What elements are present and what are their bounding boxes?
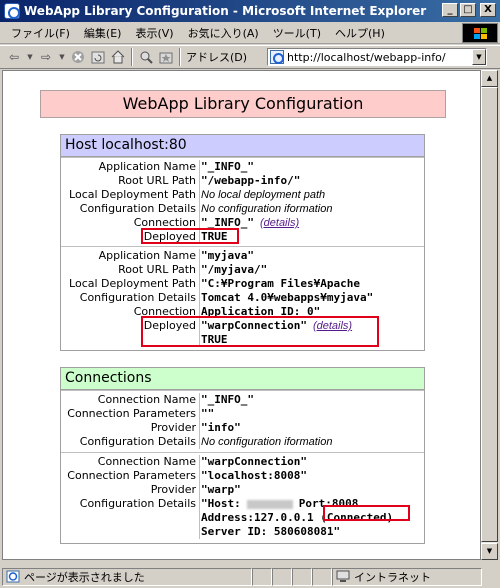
label-connection-params: Connection Parameters (67, 469, 196, 482)
menu-favorites[interactable]: お気に入り(A) (181, 25, 266, 41)
zone-panel: イントラネット (332, 567, 482, 586)
label-provider: Provider (150, 421, 196, 434)
label-deploy-path: Local Deployment Path (69, 188, 196, 201)
toolbar: ⇦ ▼ ⇨ ▼ アドレス(D) http://localhost/webapp-… (0, 45, 500, 69)
highlight-deployed-myjava (141, 316, 379, 347)
forward-dropdown-icon[interactable]: ▼ (58, 49, 66, 65)
stop-icon[interactable] (70, 49, 86, 65)
value-provider: "info" (199, 421, 424, 435)
value-config-details: No configuration iformation (199, 202, 424, 216)
value-deploy-path: No local deployment path (199, 188, 424, 202)
details-link[interactable]: (details) (260, 217, 299, 229)
page-done-icon (6, 570, 20, 583)
label-application-name: Application Name (98, 249, 196, 262)
back-icon[interactable]: ⇦ (6, 49, 22, 65)
label-provider: Provider (150, 483, 196, 496)
status-panel-empty (292, 567, 312, 586)
menu-tools[interactable]: ツール(T) (266, 25, 328, 41)
status-bar: ページが表示されました イントラネット (0, 565, 500, 588)
label-config-details: Configuration Details (79, 497, 196, 510)
label-connection-name: Connection Name (97, 455, 196, 468)
status-panel-empty (272, 567, 292, 586)
intranet-icon (336, 570, 350, 583)
value-root-url: "/myjava/" (199, 263, 424, 277)
value-application-name: "_INFO_" (199, 160, 424, 174)
toolbar-divider (179, 48, 181, 66)
label-connection-params: Connection Parameters (67, 407, 196, 420)
page-icon (270, 50, 284, 64)
value-application-name: "myjava" (199, 249, 424, 263)
menu-help[interactable]: ヘルプ(H) (328, 25, 392, 41)
page-content: WebApp Library Configuration Host localh… (2, 70, 481, 560)
connections-header: Connections (61, 368, 424, 390)
back-dropdown-icon[interactable]: ▼ (26, 49, 34, 65)
window-title: WebApp Library Configuration - Microsoft… (24, 4, 427, 18)
value-provider: "warp" (199, 483, 424, 497)
menu-view[interactable]: 表示(V) (128, 25, 180, 41)
status-text: ページが表示されました (24, 570, 145, 584)
scroll-down-icon[interactable]: ▼ (481, 543, 498, 560)
connection-group-info: Connection Name "_INFO_" Connection Param… (61, 390, 424, 452)
scroll-thumb[interactable] (481, 87, 498, 542)
address-label: アドレス(D) (186, 51, 248, 64)
label-root-url: Root URL Path (118, 174, 196, 187)
forward-icon[interactable]: ⇨ (38, 49, 54, 65)
address-dropdown-icon[interactable]: ▼ (472, 49, 486, 65)
value-connection-name: "warpConnection" (199, 455, 424, 469)
connection-group-warp: Connection Name "warpConnection" Connecti… (61, 452, 424, 543)
menu-edit[interactable]: 編集(E) (77, 25, 129, 41)
maximize-button[interactable]: □ (460, 3, 476, 17)
toolbar-divider (131, 48, 133, 66)
value-server-id: Server ID: 580608081" (199, 525, 424, 539)
value-root-url: "/webapp-info/" (199, 174, 424, 188)
label-deploy-path: Local Deployment Path (69, 277, 196, 290)
label-config-details: Configuration Details (79, 291, 196, 304)
highlight-connected (323, 505, 410, 521)
close-button[interactable]: X (480, 3, 496, 17)
highlight-deployed-info (141, 228, 239, 244)
title-bar: WebApp Library Configuration - Microsoft… (0, 0, 500, 22)
favorites-icon[interactable] (158, 49, 174, 65)
scroll-up-icon[interactable]: ▲ (481, 70, 498, 87)
menu-file[interactable]: ファイル(F) (4, 25, 77, 41)
address-input[interactable]: http://localhost/webapp-info/ ▼ (267, 48, 487, 66)
host-label: "Host: (201, 497, 241, 510)
windows-logo-icon (462, 23, 498, 43)
value-connection-params: "localhost:8008" (199, 469, 424, 483)
address-value: http://localhost/webapp-info/ (287, 50, 446, 64)
status-panel-empty (312, 567, 332, 586)
refresh-icon[interactable] (90, 49, 106, 65)
host-header: Host localhost:80 (61, 135, 424, 157)
minimize-button[interactable]: _ (442, 3, 458, 17)
ie-icon (4, 3, 20, 19)
app-group-info: Application Name "_INFO_" Root URL Path "/… (61, 157, 424, 246)
value-config-details: Tomcat 4.0¥webapps¥myjava" (199, 291, 424, 305)
label-application-name: Application Name (98, 160, 196, 173)
value-connection-params: "" (199, 407, 424, 421)
home-icon[interactable] (110, 49, 126, 65)
value-deploy-path: "C:¥Program Files¥Apache (199, 277, 424, 291)
value-config-details: No configuration iformation (199, 435, 424, 449)
label-connection-name: Connection Name (97, 393, 196, 406)
page-title: WebApp Library Configuration (40, 90, 446, 118)
redacted-hostname (246, 499, 293, 509)
zone-text: イントラネット (354, 570, 431, 584)
status-text-panel: ページが表示されました (2, 567, 252, 586)
label-root-url: Root URL Path (118, 263, 196, 276)
vertical-scrollbar[interactable]: ▲ ▼ (481, 70, 498, 560)
value-connection-name: "_INFO_" (199, 393, 424, 407)
status-panel-empty (252, 567, 272, 586)
label-config-details: Configuration Details (79, 202, 196, 215)
menu-bar: ファイル(F) 編集(E) 表示(V) お気に入り(A) ツール(T) ヘルプ(… (0, 22, 500, 44)
search-icon[interactable] (138, 49, 154, 65)
address-value: Address:127.0.0.1 (201, 511, 314, 524)
label-config-details: Configuration Details (79, 435, 196, 448)
